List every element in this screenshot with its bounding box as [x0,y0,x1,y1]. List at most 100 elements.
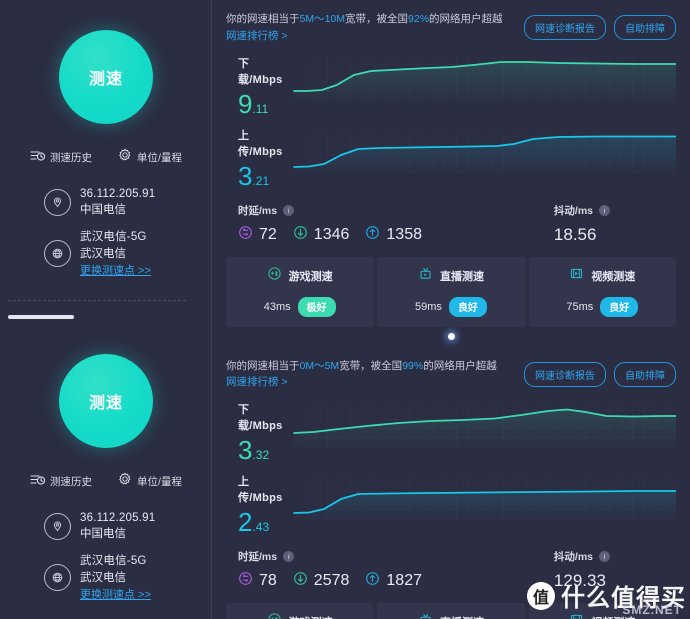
livestream-test-badge: 良好 [448,296,487,317]
download-chart [292,401,676,459]
info-icon[interactable]: i [599,551,610,563]
livestream-icon [418,612,433,619]
self-troubleshoot-button[interactable]: 自助排障 [614,361,676,387]
ping-value: 78 [259,572,277,590]
video-test-card[interactable]: 视频测速 75ms 良好 [528,256,676,327]
video-test-card[interactable]: 视频测速 75ms 良好 [528,603,676,619]
upload-chart-row: 上传/Mbps 2.43 [226,473,676,535]
node-isp: 武汉电信 [80,572,126,584]
start-speedtest-button[interactable]: 测速 [59,354,153,448]
upload-chart [292,127,676,185]
panel-headline: 你的网速相当于5M～10M宽带，被全国92%的网络用户超越 网速排行榜 > [226,12,524,45]
result-panel: 你的网速相当于5M～10M宽带，被全国92%的网络用户超越 网速排行榜 > 网速… [212,0,690,340]
self-troubleshoot-button[interactable]: 自助排障 [614,15,676,40]
panel-headline: 你的网速相当于0M～5M宽带，被全国99%的网络用户超越 网速排行榜 > [226,359,524,392]
jitter-block: 抖动/ms i 129.33 [554,549,676,591]
rank-link[interactable]: 网速排行榜 > [226,374,524,391]
game-test-card[interactable]: 游戏测速 43ms 极好 [226,603,374,619]
sidebar-block: 测速 测速历史 单位/量程 36.112.205.91 中国电信 武汉电信-5G… [0,0,212,324]
video-test-title: 视频测速 [591,270,636,283]
upload-caption: 上传/Mbps [238,129,283,158]
history-icon [30,149,46,167]
download-label-group: 下载/Mbps 9.11 [226,55,292,117]
sidebar-actions: 测速历史 单位/量程 [0,148,212,167]
video-test-title: 视频测速 [591,614,635,619]
sidebar-item-units[interactable]: 单位/量程 [118,472,182,491]
download-value-int: 9 [238,88,253,119]
headline-post: 的网络用户超越 [429,13,503,25]
carousel-dot[interactable] [447,332,455,340]
sidebar-item-units-label: 单位/量程 [137,476,182,488]
download-label-group: 下载/Mbps 3.32 [226,401,292,463]
livestream-test-card[interactable]: 直播测速 59ms 良好 [377,603,525,619]
up-loaded-latency-stat: 1358 [365,225,422,245]
upload-value-int: 2 [238,507,253,538]
jitter-caption: 抖动/ms [553,551,593,564]
sidebar-actions: 测速历史 单位/量程 [0,472,212,491]
game-test-title: 游戏测速 [288,270,333,283]
livestream-test-card[interactable]: 直播测速 59ms 良好 [377,256,525,327]
up-loaded-latency-value: 1358 [386,225,422,243]
node-info-row: 武汉电信-5G 武汉电信 更换测速点 >> [44,228,212,278]
panel-header-buttons: 网速诊断报告 自助排障 [524,12,676,40]
latency-block: 时延/ms i 78 2578 1827 [238,549,422,591]
sidebar: 测速 测速历史 单位/量程 36.112.205.91 中国电信 武汉电信-5G… [0,0,212,619]
sidebar-item-history[interactable]: 测速历史 [30,148,92,167]
gear-icon [118,148,132,167]
speedtest-app: 测速 测速历史 单位/量程 36.112.205.91 中国电信 武汉电信-5G… [0,0,690,619]
arrow-up-icon [365,571,380,591]
livestream-test-ms: 59ms [415,300,442,313]
change-node-link[interactable]: 更换测速点 >> [80,262,151,278]
upload-value-dec: .21 [252,173,270,188]
game-test-card[interactable]: 游戏测速 43ms 极好 [226,256,374,327]
rank-link[interactable]: 网速排行榜 > [226,28,524,45]
download-value-dec: .11 [252,101,269,116]
video-test-badge: 良好 [600,296,639,317]
diagnostic-report-button[interactable]: 网速诊断报告 [524,15,606,40]
ping-icon [238,225,253,245]
video-test-ms: 75ms [566,300,594,313]
upload-label-group: 上传/Mbps 2.43 [226,473,292,535]
result-panel: 你的网速相当于0M～5M宽带，被全国99%的网络用户超越 网速排行榜 > 网速诊… [212,347,690,619]
stats-row: 时延/ms i 78 2578 1827 抖动/ms i 129.33 [226,549,676,591]
sidebar-item-history[interactable]: 测速历史 [30,472,92,491]
gamepad-icon [267,612,282,619]
down-loaded-latency-value: 1346 [313,225,350,243]
upload-caption: 上传/Mbps [238,476,283,505]
location-pin-icon [44,513,71,540]
upload-value-int: 3 [238,160,253,191]
download-chart [292,55,676,113]
info-icon[interactable]: i [283,204,295,216]
location-pin-icon [44,189,71,216]
upload-value-dec: .43 [252,520,270,535]
panel-header-buttons: 网速诊断报告 自助排障 [524,359,676,387]
sidebar-item-units[interactable]: 单位/量程 [118,148,182,167]
panel-header: 你的网速相当于0M～5M宽带，被全国99%的网络用户超越 网速排行榜 > 网速诊… [226,347,676,392]
start-speedtest-label: 测速 [88,71,123,88]
panel-header: 你的网速相当于5M～10M宽带，被全国92%的网络用户超越 网速排行榜 > 网速… [226,0,676,45]
sidebar-item-history-label: 测速历史 [50,152,93,164]
gamepad-icon [267,266,282,286]
diagnostic-report-button[interactable]: 网速诊断报告 [524,361,606,387]
game-test-title: 游戏测速 [289,614,333,619]
history-icon [30,473,46,491]
arrow-down-icon [293,571,308,591]
info-icon[interactable]: i [283,551,295,563]
ip-address: 36.112.205.91 [80,512,156,524]
node-name: 武汉电信-5G [80,231,147,243]
down-loaded-latency-value: 2578 [313,572,350,590]
ping-stat: 72 [238,225,277,245]
sidebar-block: 测速 测速历史 单位/量程 36.112.205.91 中国电信 武汉电信-5G… [0,324,212,619]
panel-separator [212,340,690,347]
change-node-link[interactable]: 更换测速点 >> [80,586,151,602]
livestream-test-title: 直播测速 [439,270,484,283]
info-icon[interactable]: i [599,204,610,216]
headline-post: 的网络用户超越 [423,359,497,372]
arrow-down-icon [293,225,308,245]
start-speedtest-button[interactable]: 测速 [59,30,153,124]
jitter-caption: 抖动/ms [553,204,593,217]
latency-caption: 时延/ms [238,204,278,217]
upload-label-group: 上传/Mbps 3.21 [226,127,292,189]
game-test-ms: 43ms [263,300,291,313]
headline-percent: 99% [402,359,424,372]
